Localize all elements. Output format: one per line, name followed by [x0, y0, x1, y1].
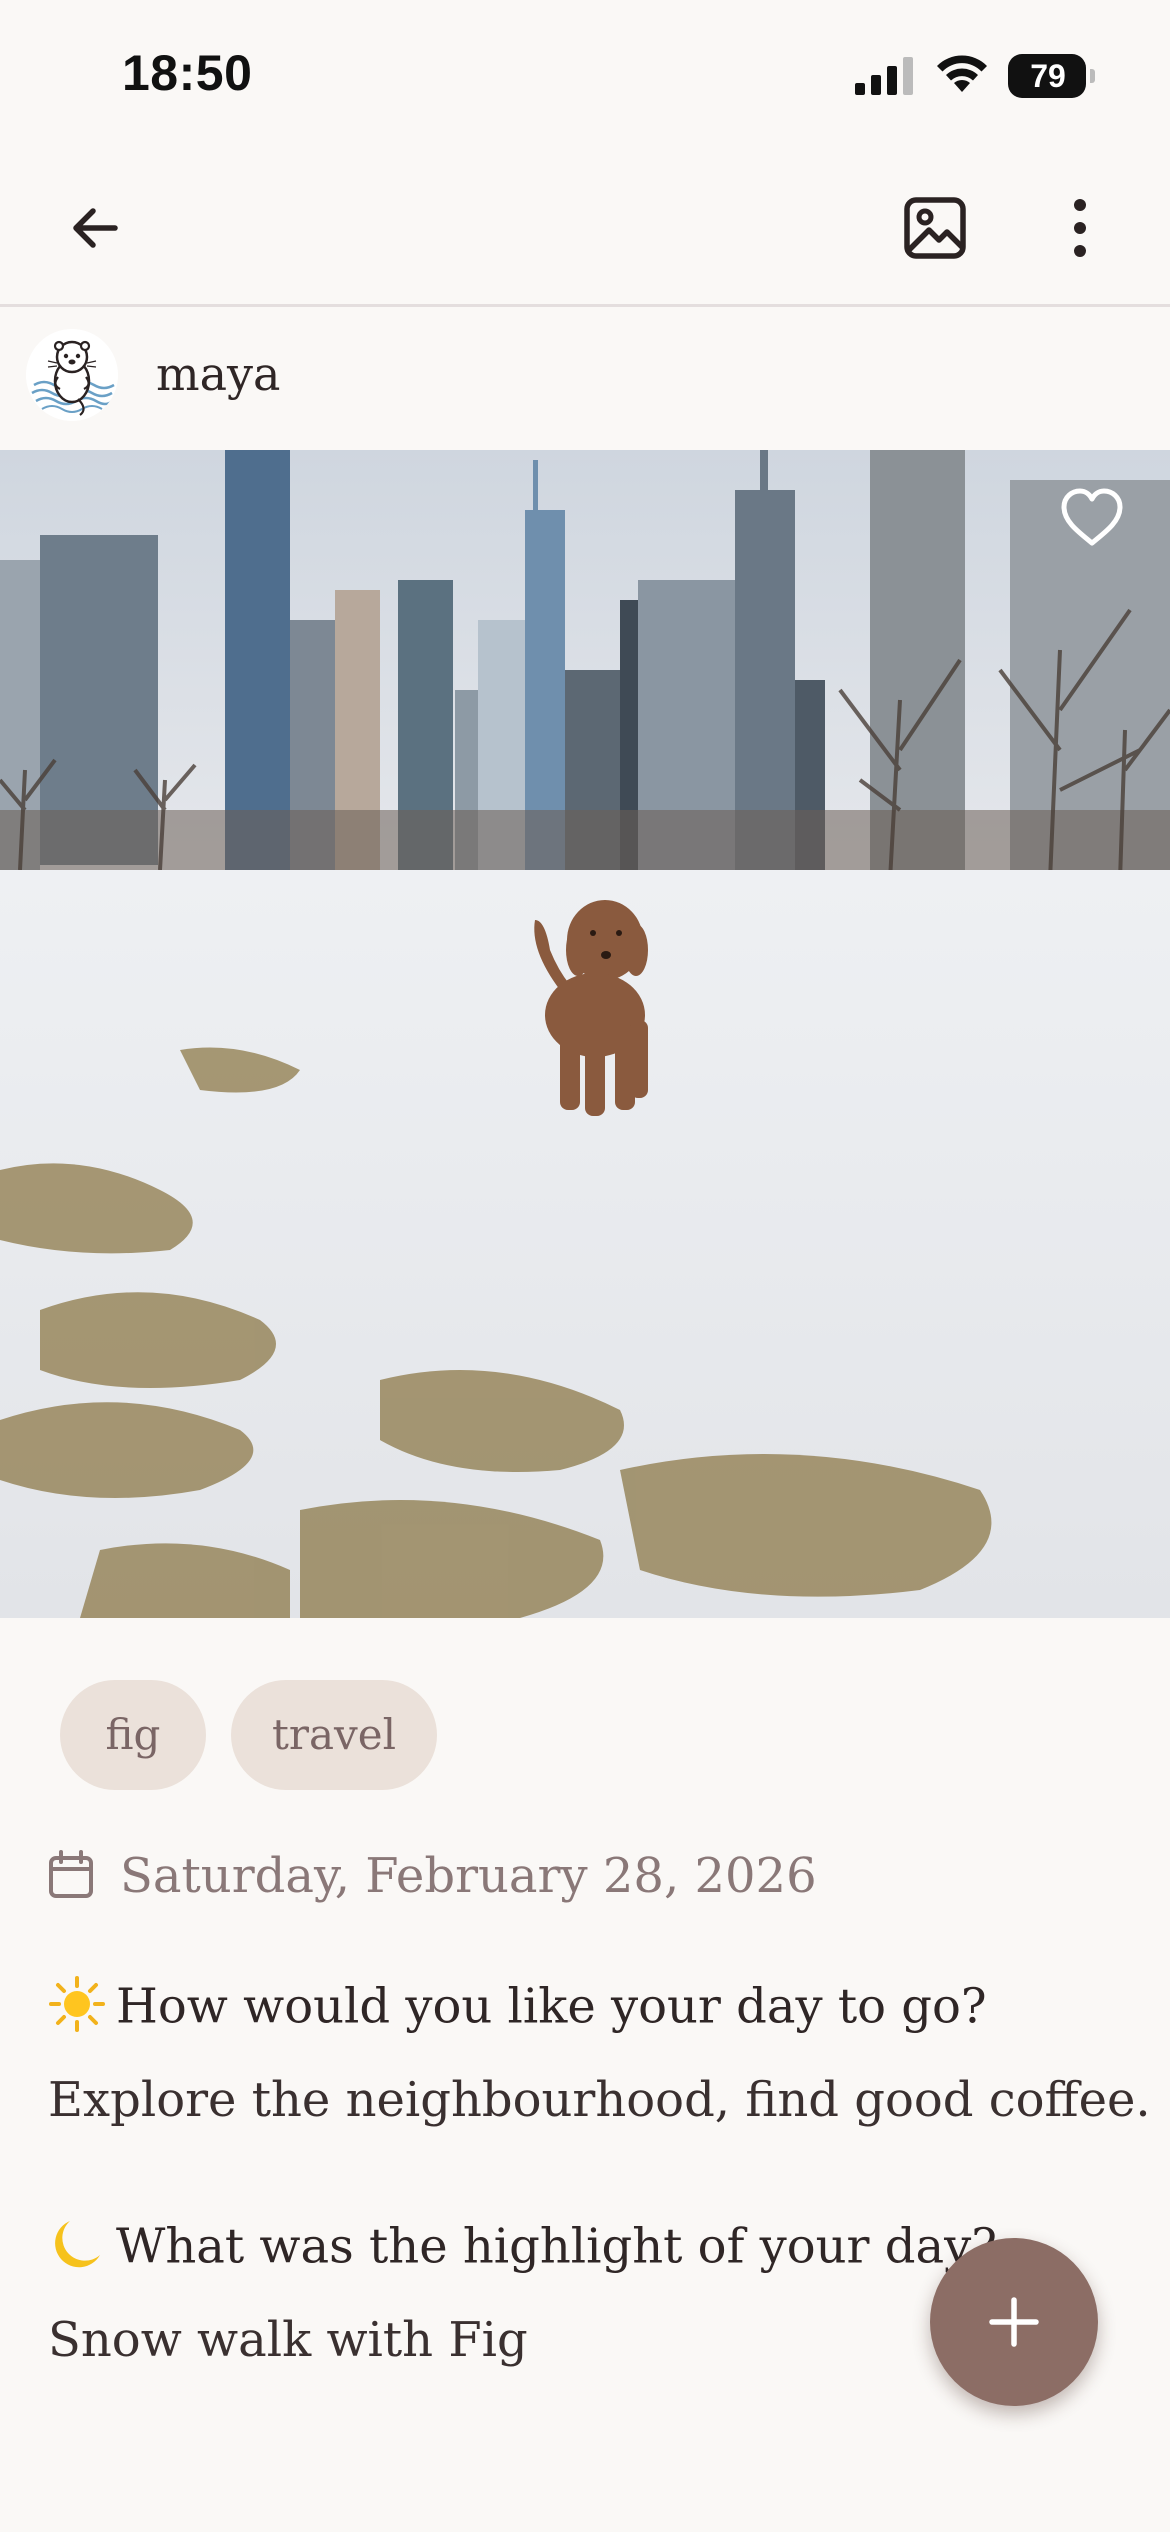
app-bar: [0, 150, 1170, 307]
moon-icon: [48, 2215, 106, 2285]
back-arrow-icon: [73, 208, 118, 248]
author-row[interactable]: maya: [0, 307, 1170, 450]
plus-icon: [989, 2297, 1039, 2347]
add-button[interactable]: [930, 2238, 1098, 2406]
prompt-question-text: What was the highlight of your day?: [116, 2218, 997, 2275]
status-time: 18:50: [122, 45, 253, 101]
battery-icon: 79: [1008, 54, 1095, 98]
more-vertical-icon: [1074, 199, 1086, 257]
back-button[interactable]: [50, 183, 140, 273]
avatar[interactable]: [26, 329, 118, 421]
wifi-icon: [937, 55, 987, 92]
battery-level: 79: [1030, 58, 1066, 94]
favorite-button[interactable]: [1057, 483, 1127, 553]
snow-park-dog-photo: [0, 450, 1170, 1618]
more-options-button[interactable]: [1035, 183, 1125, 273]
status-bar: 18:50 79: [0, 0, 1170, 150]
otter-avatar-icon: [26, 329, 118, 421]
prompt-answer[interactable]: Explore the neighbourhood, find good cof…: [48, 2072, 1151, 2128]
prompt-answer[interactable]: Snow walk with Fig: [48, 2312, 528, 2368]
tag-chip[interactable]: fig: [60, 1680, 206, 1790]
add-photo-button[interactable]: [890, 183, 980, 273]
signal-icon: [855, 57, 913, 95]
prompt-question: How would you like your day to go?: [48, 1975, 987, 2045]
entry-photo[interactable]: [0, 450, 1170, 1618]
author-name: maya: [156, 347, 281, 401]
calendar-icon: [49, 1850, 93, 1898]
image-icon: [904, 197, 966, 259]
date-text: Saturday, February 28, 2026: [120, 1848, 817, 1904]
tag-chip[interactable]: travel: [231, 1680, 437, 1790]
prompt-question-text: How would you like your day to go?: [116, 1978, 987, 2035]
prompt-question: What was the highlight of your day?: [48, 2215, 997, 2285]
sun-icon: [48, 1975, 106, 2045]
heart-outline-icon: [1061, 488, 1123, 546]
